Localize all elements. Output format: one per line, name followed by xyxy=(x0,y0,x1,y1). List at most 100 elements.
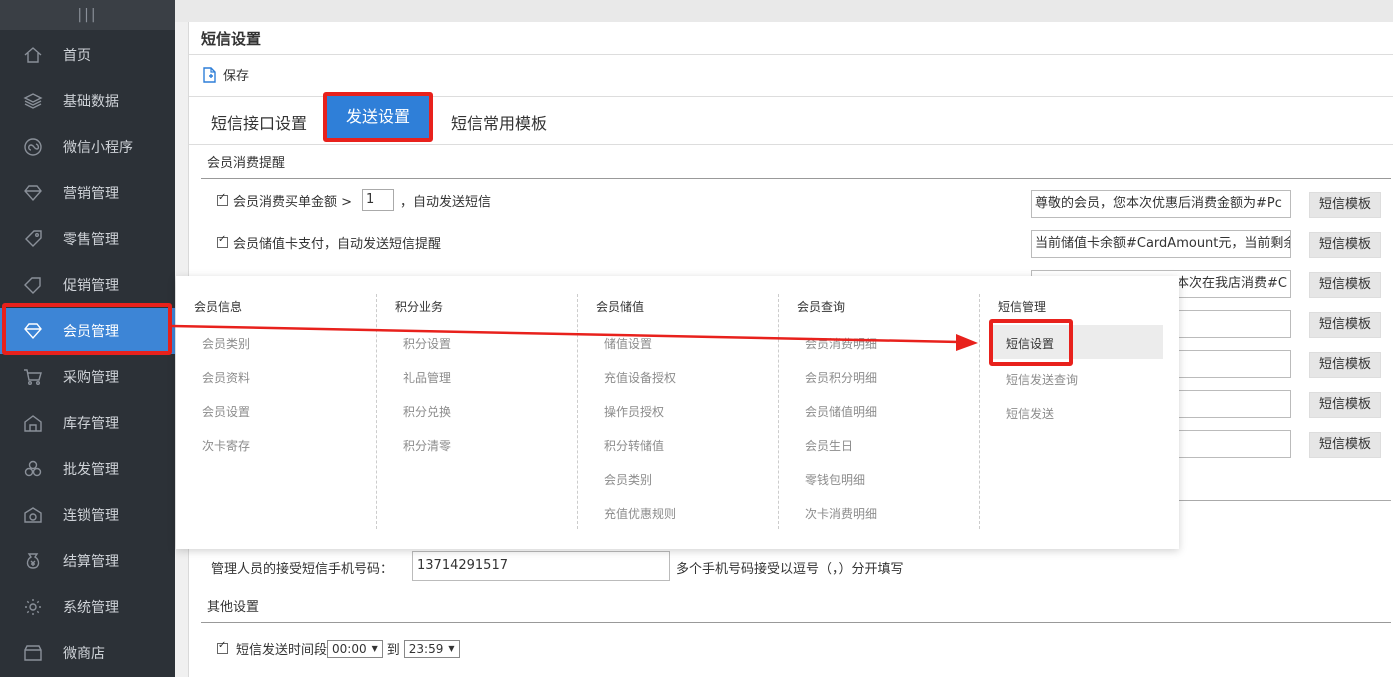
card-payment-checkbox[interactable] xyxy=(217,234,228,248)
consumption-amount-input[interactable]: 1 xyxy=(362,189,395,211)
menu-item[interactable]: 会员类别 xyxy=(202,335,250,352)
sms-template-button[interactable]: 短信模板 xyxy=(1309,432,1381,458)
sidebar-item-settlement[interactable]: 结算管理 xyxy=(0,538,175,584)
sms-template-button[interactable]: 短信模板 xyxy=(1309,392,1381,418)
menu-item[interactable]: 积分转储值 xyxy=(604,437,664,454)
menu-item[interactable]: 短信发送查询 xyxy=(1006,371,1078,388)
sidebar-item-label: 批发管理 xyxy=(63,462,119,478)
sidebar-item-label: 营销管理 xyxy=(63,186,119,202)
sidebar-collapse-handle[interactable]: ||| xyxy=(0,0,175,30)
template-input[interactable]: 尊敬的会员，您本次优惠后消费金额为#Pc xyxy=(1031,190,1291,218)
sms-template-button[interactable]: 短信模板 xyxy=(1309,352,1381,378)
sms-template-button[interactable]: 短信模板 xyxy=(1309,192,1381,218)
menu-item[interactable]: 操作员授权 xyxy=(604,403,664,420)
send-time-label: 短信发送时间段 xyxy=(236,643,328,658)
consumption-amount-suffix: ，自动发送短信 xyxy=(400,194,492,210)
menu-item[interactable]: 零钱包明细 xyxy=(805,471,865,488)
cart-icon xyxy=(22,366,44,388)
tab-send-settings[interactable]: 发送设置 xyxy=(323,92,433,142)
divider xyxy=(189,54,1393,55)
menu-column-title: 会员储值 xyxy=(596,300,645,314)
section-title-consumption: 会员消费提醒 xyxy=(207,156,286,171)
menu-item[interactable]: 储值设置 xyxy=(604,335,652,352)
menu-column-member-info: 会员信息 会员类别 会员资料 会员设置 次卡寄存 xyxy=(176,276,376,549)
menu-item[interactable]: 会员消费明细 xyxy=(805,335,877,352)
select-value: 00:00 xyxy=(332,641,367,656)
sidebar-item-basic-data[interactable]: 基础数据 xyxy=(0,78,175,124)
sidebar-item-promotion[interactable]: 促销管理 xyxy=(0,262,175,308)
sidebar-item-label: 连锁管理 xyxy=(63,508,119,524)
menu-item[interactable]: 充值设备授权 xyxy=(604,369,676,386)
menu-item[interactable]: 积分兑换 xyxy=(403,403,451,420)
admin-phone-input[interactable]: 13714291517 xyxy=(412,551,670,581)
sms-template-button[interactable]: 短信模板 xyxy=(1309,272,1381,298)
menu-item[interactable]: 会员类别 xyxy=(604,471,652,488)
admin-phone-note: 多个手机号码接受以逗号（，）分开填写 xyxy=(676,562,904,577)
send-time-to-label: 到 xyxy=(386,643,400,658)
send-time-to-select[interactable]: 23:59 ▼ xyxy=(403,639,460,658)
layers-icon xyxy=(22,90,44,112)
sidebar-item-inventory[interactable]: 库存管理 xyxy=(0,400,175,446)
sidebar-item-system[interactable]: 系统管理 xyxy=(0,584,175,630)
menu-item[interactable]: 礼品管理 xyxy=(403,369,451,386)
send-time-checkbox[interactable] xyxy=(217,640,228,654)
save-button[interactable]: 保存 xyxy=(202,65,249,84)
sidebar-item-label: 微信小程序 xyxy=(63,140,133,156)
sidebar-item-label: 库存管理 xyxy=(63,416,119,432)
sms-template-button[interactable]: 短信模板 xyxy=(1309,312,1381,338)
sidebar-item-label: 促销管理 xyxy=(63,278,119,294)
consumption-amount-row: 会员消费买单金额 > 1 ，自动发送短信 xyxy=(217,189,491,211)
chevron-down-icon: ▼ xyxy=(448,643,455,653)
sidebar-item-purchase[interactable]: 采购管理 xyxy=(0,354,175,400)
consumption-amount-label: 会员消费买单金额 > xyxy=(233,194,353,210)
tab-sms-interface[interactable]: 短信接口设置 xyxy=(211,104,307,144)
boxes-icon xyxy=(22,458,44,480)
send-time-from-select[interactable]: 00:00 ▼ xyxy=(327,639,383,658)
sidebar-item-label: 系统管理 xyxy=(63,600,119,616)
menu-item[interactable]: 会员积分明细 xyxy=(805,369,877,386)
menu-item[interactable]: 次卡寄存 xyxy=(202,437,250,454)
sidebar-item-chain[interactable]: 连锁管理 xyxy=(0,492,175,538)
sidebar-item-retail[interactable]: 零售管理 xyxy=(0,216,175,262)
section-divider xyxy=(201,622,1391,623)
chain-icon xyxy=(22,504,44,526)
menu-item[interactable]: 会员储值明细 xyxy=(805,403,877,420)
admin-phone-label: 管理人员的接受短信手机号码： xyxy=(211,562,394,577)
consumption-amount-checkbox[interactable] xyxy=(217,192,228,206)
sidebar-item-wholesale[interactable]: 批发管理 xyxy=(0,446,175,492)
warehouse-icon xyxy=(22,412,44,434)
sidebar-item-home[interactable]: 首页 xyxy=(0,32,175,78)
menu-item[interactable]: 积分清零 xyxy=(403,437,451,454)
menu-item[interactable]: 次卡消费明细 xyxy=(805,505,877,522)
diamond-icon xyxy=(22,182,44,204)
money-bag-icon xyxy=(22,550,44,572)
promo-icon xyxy=(22,274,44,296)
save-doc-icon xyxy=(203,66,216,83)
menu-item[interactable]: 积分设置 xyxy=(403,335,451,352)
page-title: 短信设置 xyxy=(201,30,262,48)
sidebar-item-label: 基础数据 xyxy=(63,94,119,110)
menu-column-member-query: 会员查询 会员消费明细 会员积分明细 会员储值明细 会员生日 零钱包明细 次卡消… xyxy=(779,276,979,549)
sms-template-button[interactable]: 短信模板 xyxy=(1309,232,1381,258)
sidebar-item-marketing[interactable]: 营销管理 xyxy=(0,170,175,216)
miniprogram-icon xyxy=(22,136,44,158)
menu-column-title: 短信管理 xyxy=(998,300,1047,314)
gear-icon xyxy=(22,596,44,618)
member-mega-menu: 会员信息 会员类别 会员资料 会员设置 次卡寄存 积分业务 积分设置 礼品管理 … xyxy=(176,276,1179,549)
select-value: 23:59 xyxy=(408,641,444,656)
save-label: 保存 xyxy=(223,69,250,84)
menu-column-title: 积分业务 xyxy=(395,300,444,314)
menu-item[interactable]: 短信发送 xyxy=(1006,405,1054,422)
sidebar-item-shop[interactable]: 微商店 xyxy=(0,630,175,676)
send-time-row: 短信发送时间段 00:00 ▼ 到 23:59 ▼ xyxy=(217,639,460,658)
card-payment-row: 会员储值卡支付，自动发送短信提醒 xyxy=(217,233,441,252)
sidebar-item-miniprogram[interactable]: 微信小程序 xyxy=(0,124,175,170)
menu-item[interactable]: 会员资料 xyxy=(202,369,250,386)
sidebar-item-label: 结算管理 xyxy=(63,554,119,570)
menu-item[interactable]: 充值优惠规则 xyxy=(604,505,676,522)
chevron-down-icon: ▼ xyxy=(371,643,378,653)
template-input[interactable]: 当前储值卡余额#CardAmount元，当前剩余 xyxy=(1031,230,1291,258)
tab-sms-templates[interactable]: 短信常用模板 xyxy=(451,104,547,144)
menu-item[interactable]: 会员生日 xyxy=(805,437,853,454)
menu-item[interactable]: 会员设置 xyxy=(202,403,250,420)
